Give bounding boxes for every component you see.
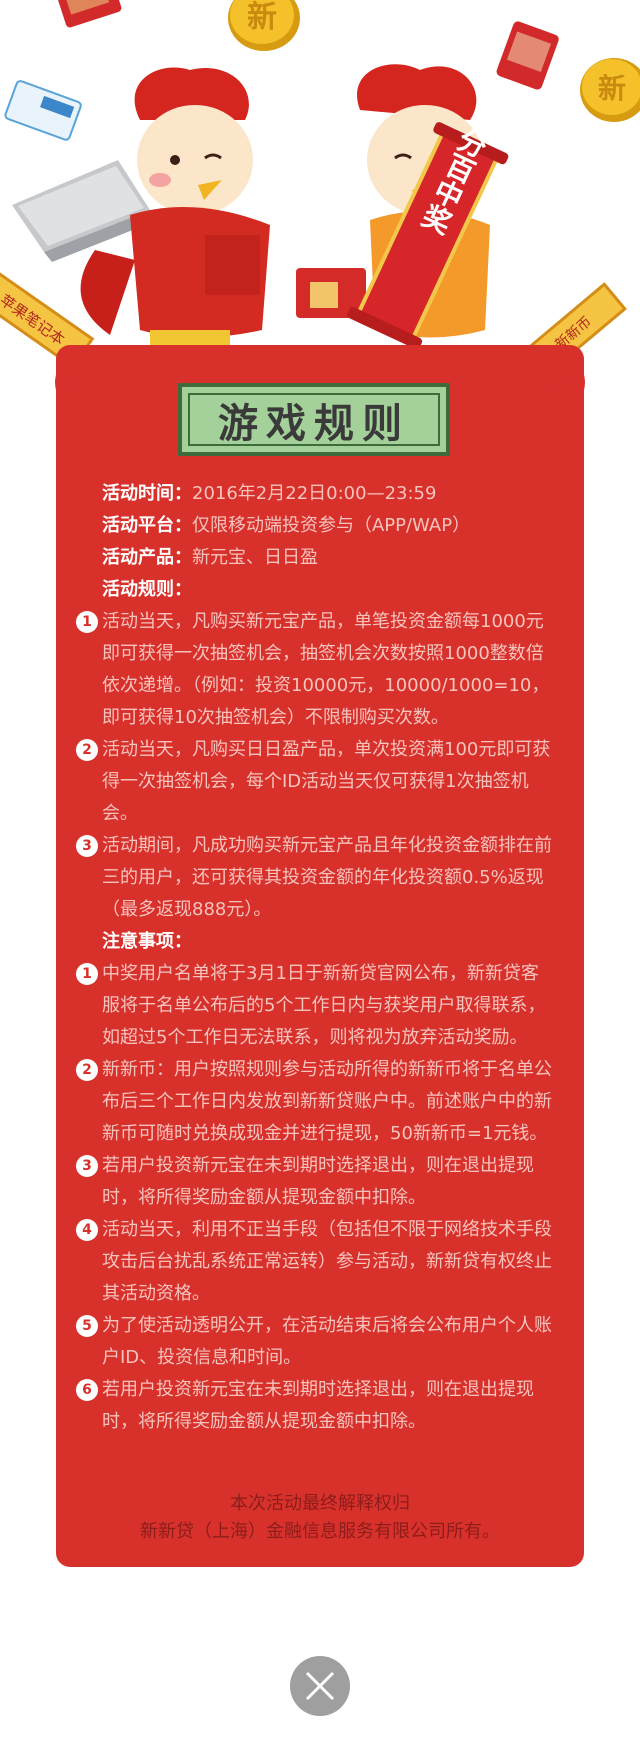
note-item: 3 若用户投资新元宝在未到期时选择退出，则在退出提现时，将所得奖励金额从提现金额… — [76, 1150, 556, 1214]
coin-char: 新 — [598, 72, 626, 105]
number-badge: 1 — [76, 963, 98, 985]
number-badge: 4 — [76, 1219, 98, 1241]
rule-item: 3 活动期间，凡成功购买新元宝产品且年化投资金额排在前三的用户，还可获得其投资金… — [76, 830, 556, 926]
red-envelope-icon — [55, 0, 122, 28]
coin-icon: 新 — [228, 0, 300, 51]
rules-heading: 活动规则： — [102, 579, 192, 600]
note-item: 6 若用户投资新元宝在未到期时选择退出，则在退出提现时，将所得奖励金额从提现金额… — [76, 1374, 556, 1438]
title-plate: 游戏规则 — [178, 383, 450, 456]
note-item: 4 活动当天，利用不正当手段（包括但不限于网络技术手段攻击后台扰乱系统正常运转）… — [76, 1214, 556, 1310]
info-label: 活动产品： — [102, 547, 192, 568]
note-text: 若用户投资新元宝在未到期时选择退出，则在退出提现时，将所得奖励金额从提现金额中扣… — [102, 1379, 534, 1432]
scroll-ornament-left — [55, 351, 89, 408]
footer-line: 本次活动最终解释权归 — [230, 1493, 410, 1514]
number-badge: 3 — [76, 835, 98, 857]
note-text: 为了使活动透明公开，在活动结束后将会公布用户个人账户ID、投资信息和时间。 — [102, 1315, 552, 1368]
rule-text: 活动当天，凡购买日日盈产品，单次投资满100元即可获得一次抽签机会，每个ID活动… — [102, 739, 551, 824]
note-text: 活动当天，利用不正当手段（包括但不限于网络技术手段攻击后台扰乱系统正常运转）参与… — [102, 1219, 552, 1304]
coin-icon: 新 — [580, 58, 640, 122]
info-label: 活动时间： — [102, 483, 192, 504]
number-badge: 6 — [76, 1379, 98, 1401]
close-icon — [305, 1671, 335, 1701]
footer-line: 新新贷（上海）金融信息服务有限公司所有。 — [140, 1521, 500, 1542]
info-label: 活动平台： — [102, 515, 192, 536]
notes-heading: 注意事项： — [102, 931, 192, 952]
close-button[interactable] — [290, 1656, 350, 1716]
rule-item: 2 活动当天，凡购买日日盈产品，单次投资满100元即可获得一次抽签机会，每个ID… — [76, 734, 556, 830]
footer-note: 本次活动最终解释权归 新新贷（上海）金融信息服务有限公司所有。 — [56, 1490, 584, 1546]
note-text: 新新币：用户按照规则参与活动所得的新新币将于名单公布后三个工作日内发放到新新贷账… — [102, 1059, 552, 1144]
rule-text: 活动期间，凡成功购买新元宝产品且年化投资金额排在前三的用户，还可获得其投资金额的… — [102, 835, 552, 920]
info-row-time: 活动时间：2016年2月22日0:00—23:59 — [76, 478, 556, 510]
rule-item: 1 活动当天，凡购买新元宝产品，单笔投资金额每1000元即可获得一次抽签机会，抽… — [76, 606, 556, 734]
info-row-product: 活动产品：新元宝、日日盈 — [76, 542, 556, 574]
info-row-platform: 活动平台：仅限移动端投资参与（APP/WAP） — [76, 510, 556, 542]
rule-text: 活动当天，凡购买新元宝产品，单笔投资金额每1000元即可获得一次抽签机会，抽签机… — [102, 611, 550, 728]
number-badge: 3 — [76, 1155, 98, 1177]
note-item: 1 中奖用户名单将于3月1日于新新贷官网公布，新新贷客服将于名单公布后的5个工作… — [76, 958, 556, 1054]
info-value: 新元宝、日日盈 — [192, 547, 318, 568]
info-value: 2016年2月22日0:00—23:59 — [192, 483, 437, 504]
rules-content: 活动时间：2016年2月22日0:00—23:59 活动平台：仅限移动端投资参与… — [76, 478, 556, 1438]
number-badge: 2 — [76, 1059, 98, 1081]
scroll-ornament-right — [551, 351, 585, 408]
coin-char: 新 — [247, 0, 277, 35]
number-badge: 1 — [76, 611, 98, 633]
note-text: 若用户投资新元宝在未到期时选择退出，则在退出提现时，将所得奖励金额从提现金额中扣… — [102, 1155, 534, 1208]
note-item: 2 新新币：用户按照规则参与活动所得的新新币将于名单公布后三个工作日内发放到新新… — [76, 1054, 556, 1150]
page-title: 游戏规则 — [218, 399, 410, 447]
note-text: 中奖用户名单将于3月1日于新新贷官网公布，新新贷客服将于名单公布后的5个工作日内… — [102, 963, 546, 1048]
voucher-card-icon — [4, 80, 82, 141]
number-badge: 2 — [76, 739, 98, 761]
red-envelope-icon — [496, 21, 559, 90]
note-item: 5 为了使活动透明公开，在活动结束后将会公布用户个人账户ID、投资信息和时间。 — [76, 1310, 556, 1374]
number-badge: 5 — [76, 1315, 98, 1337]
info-value: 仅限移动端投资参与（APP/WAP） — [192, 515, 471, 536]
